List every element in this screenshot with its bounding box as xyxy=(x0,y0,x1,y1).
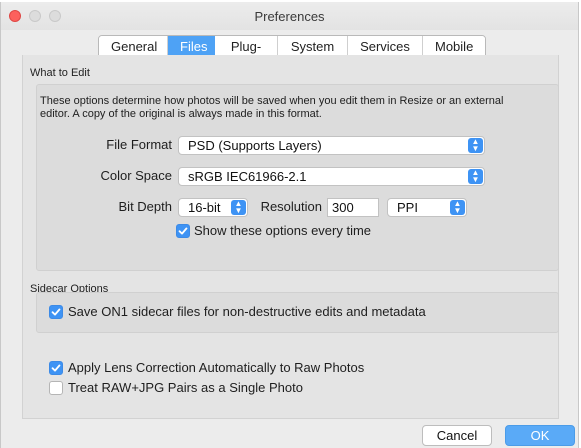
treat-raw-jpg-pairs-checkbox[interactable] xyxy=(49,381,63,395)
file-format-select[interactable]: PSD (Supports Layers) ▲ ▼ xyxy=(178,136,485,155)
show-options-checkbox[interactable] xyxy=(176,224,190,238)
description-line-2: editor. A copy of the original is always… xyxy=(40,108,322,120)
show-options-label: Show these options every time xyxy=(194,223,372,238)
what-to-edit-description: These options determine how photos will … xyxy=(40,95,550,121)
apply-lens-correction-checkbox[interactable] xyxy=(49,361,63,375)
window-title: Preferences xyxy=(254,9,325,24)
resolution-unit-select[interactable]: PPI ▲ ▼ xyxy=(387,198,467,217)
cancel-button[interactable]: Cancel xyxy=(422,425,492,446)
save-sidecar-label: Save ON1 sidecar files for non-destructi… xyxy=(68,304,426,319)
color-space-value: sRGB IEC61966-2.1 xyxy=(188,169,307,184)
bit-depth-label: Bit Depth xyxy=(118,199,172,214)
file-format-label: File Format xyxy=(106,137,172,152)
file-format-value: PSD (Supports Layers) xyxy=(188,138,322,153)
apply-lens-correction-label: Apply Lens Correction Automatically to R… xyxy=(68,360,365,375)
treat-raw-jpg-pairs-label: Treat RAW+JPG Pairs as a Single Photo xyxy=(68,380,303,395)
resolution-label: Resolution xyxy=(260,199,322,214)
color-space-label: Color Space xyxy=(100,168,172,183)
checkmark-icon xyxy=(51,364,61,372)
description-line-1: These options determine how photos will … xyxy=(40,95,504,107)
checkmark-icon xyxy=(51,308,61,316)
what-to-edit-heading: What to Edit xyxy=(30,67,90,79)
up-down-chevron-icon: ▲ ▼ xyxy=(450,200,465,215)
ok-button[interactable]: OK xyxy=(505,425,575,446)
title-bar: Preferences xyxy=(1,2,578,30)
color-space-select[interactable]: sRGB IEC61966-2.1 ▲ ▼ xyxy=(178,167,485,186)
up-down-chevron-icon: ▲ ▼ xyxy=(231,200,246,215)
resolution-unit-value: PPI xyxy=(397,200,418,215)
up-down-chevron-icon: ▲ ▼ xyxy=(468,169,483,184)
resolution-input[interactable]: 300 xyxy=(327,198,379,217)
bit-depth-select[interactable]: 16-bit ▲ ▼ xyxy=(178,198,248,217)
checkmark-icon xyxy=(178,227,188,235)
bit-depth-value: 16-bit xyxy=(188,200,221,215)
up-down-chevron-icon: ▲ ▼ xyxy=(468,138,483,153)
save-sidecar-checkbox[interactable] xyxy=(49,305,63,319)
